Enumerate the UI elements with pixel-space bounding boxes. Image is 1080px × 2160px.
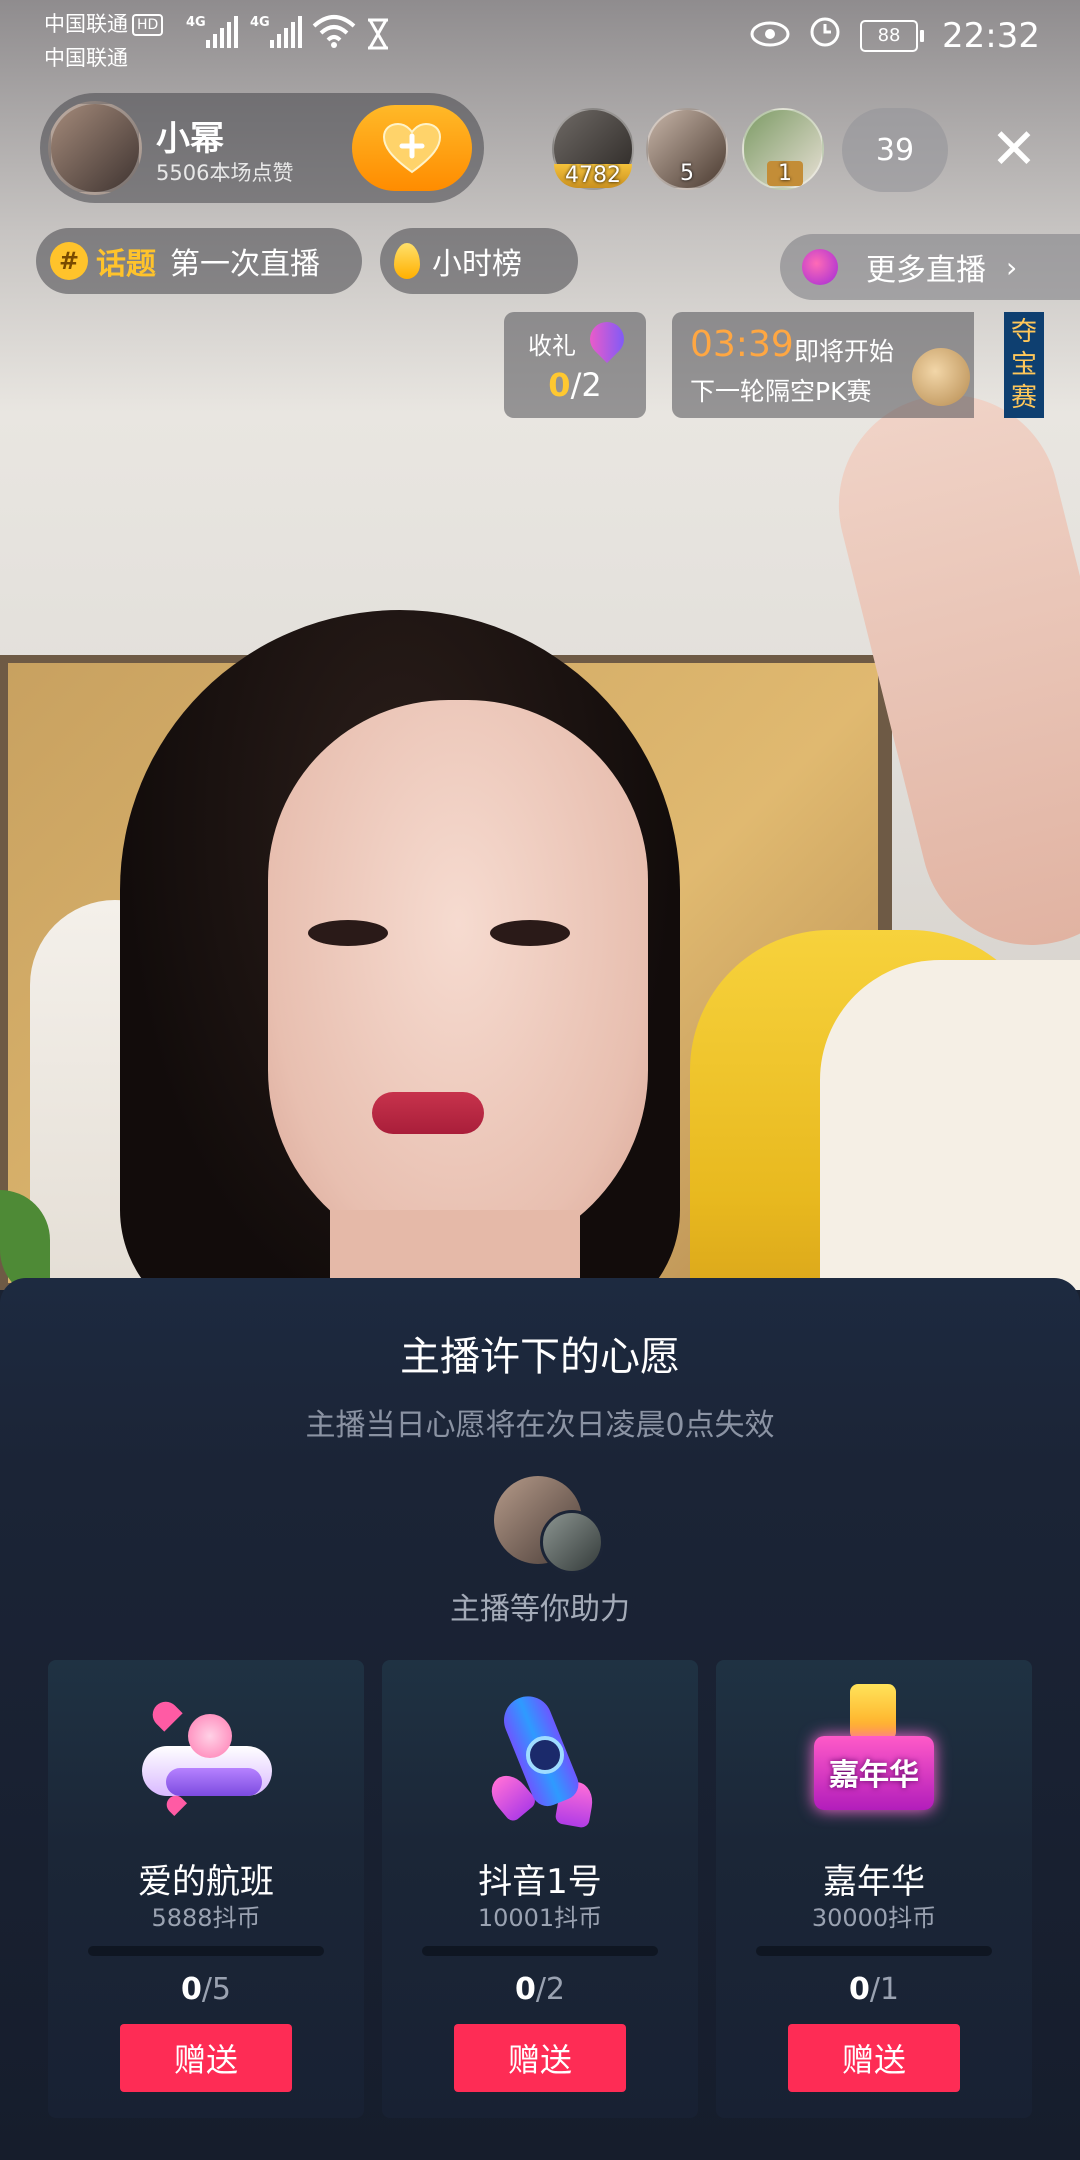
pk-starting-label: 即将开始 <box>794 337 895 366</box>
rocket-gift-icon <box>470 1684 610 1829</box>
network-type-1: 4G <box>186 15 206 30</box>
sheet-subtitle: 主播当日心愿将在次日凌晨0点失效 <box>305 1408 775 1443</box>
topic-tag[interactable]: # 话题 第一次直播 <box>36 228 362 294</box>
hourly-rank-tag[interactable]: 小时榜 <box>380 228 578 294</box>
helper-avatar <box>540 1510 604 1574</box>
treasure-badge[interactable]: 夺宝赛 <box>1004 312 1044 418</box>
streamer-face <box>268 700 648 1260</box>
carrier-1: 中国联通 HD <box>44 8 164 38</box>
gift-name: 抖音1号 <box>478 1862 602 1902</box>
flame-icon <box>394 243 420 279</box>
eye-right <box>490 920 570 946</box>
carnival-gift-icon: 嘉年华 <box>804 1684 944 1824</box>
help-text: 主播等你助力 <box>450 1592 630 1627</box>
wish-card-douyin-1: 抖音1号 10001抖币 0/2 赠送 <box>382 1660 698 2118</box>
more-live-label: 更多直播 <box>866 253 986 288</box>
give-button[interactable]: 赠送 <box>454 2024 626 2092</box>
coin-icon <box>912 348 970 406</box>
progress-bar <box>422 1946 658 1956</box>
gift-progress: 0/1 <box>848 1972 900 2007</box>
progress-bar <box>756 1946 992 1956</box>
viewer-score: 4782 <box>554 164 632 188</box>
gift-goal-widget[interactable]: 收礼 0/2 <box>504 312 646 418</box>
host-name: 小幂 <box>156 119 224 159</box>
gift-name: 爱的航班 <box>138 1862 274 1902</box>
hourglass-icon <box>366 18 390 54</box>
chevron-right-icon: › <box>1006 250 1018 284</box>
gift-goal-label: 收礼 <box>528 332 576 360</box>
host-likes: 5506本场点赞 <box>156 161 294 185</box>
progress-bar <box>88 1946 324 1956</box>
viewer-score: 1 <box>767 161 803 186</box>
topic-label: 话题 <box>96 247 156 282</box>
give-button[interactable]: 赠送 <box>788 2024 960 2092</box>
top-viewer-2[interactable]: 5 <box>646 108 728 190</box>
eye-left <box>308 920 388 946</box>
host-info[interactable]: 小幂 5506本场点赞 <box>40 93 484 203</box>
wifi-icon <box>312 14 356 52</box>
hourly-rank-label: 小时榜 <box>432 247 522 282</box>
hashtag-icon: # <box>50 242 88 280</box>
status-bar: 中国联通 HD 中国联通 4G 4G 88 22:32 <box>0 0 1080 70</box>
pk-next-round: 下一轮隔空PK赛 <box>690 377 872 406</box>
gift-name: 嘉年华 <box>823 1862 925 1902</box>
gift-price: 5888抖币 <box>151 1904 261 1932</box>
lips <box>372 1092 484 1134</box>
planet-icon <box>802 249 838 285</box>
alarm-icon <box>808 14 842 57</box>
top-viewer-3[interactable]: 1 <box>742 108 824 190</box>
chair-back <box>820 960 1080 1290</box>
wish-card-carnival: 嘉年华 嘉年华 30000抖币 0/1 赠送 <box>716 1660 1032 2118</box>
eye-icon <box>750 16 790 56</box>
viewer-score: 5 <box>680 161 694 186</box>
gift-progress: 0/5 <box>180 1972 232 2007</box>
gift-progress: 0/2 <box>514 1972 566 2007</box>
give-button[interactable]: 赠送 <box>120 2024 292 2092</box>
more-live-button[interactable]: 更多直播 › <box>780 234 1080 300</box>
carrier-2: 中国联通 <box>44 46 128 70</box>
viewer-count-button[interactable]: 39 <box>842 108 948 192</box>
host-avatar[interactable] <box>48 101 142 195</box>
signal-icon <box>206 16 238 48</box>
gift-goal-progress: 0/2 <box>548 366 602 404</box>
topic-text: 第一次直播 <box>170 247 320 282</box>
gift-price: 10001抖币 <box>477 1904 603 1932</box>
wish-card-love-flight: 爱的航班 5888抖币 0/5 赠送 <box>48 1660 364 2118</box>
gift-price: 30000抖币 <box>811 1904 937 1932</box>
top-viewer-1[interactable]: 4782 <box>552 108 634 190</box>
close-icon[interactable]: ✕ <box>986 122 1042 178</box>
heart-plus-icon <box>382 122 442 174</box>
clock: 22:32 <box>942 15 1040 56</box>
follow-button[interactable] <box>352 105 472 191</box>
network-type-2: 4G <box>250 15 270 30</box>
plane-gift-icon <box>136 1684 276 1824</box>
signal-icon-2 <box>270 16 302 48</box>
pk-countdown: 03:39 <box>690 324 794 365</box>
battery-icon: 88 <box>860 19 925 52</box>
pk-widget[interactable]: 03:39 即将开始 下一轮隔空PK赛 <box>672 312 974 418</box>
sheet-title: 主播许下的心愿 <box>400 1334 680 1380</box>
rocket-icon <box>582 314 632 364</box>
hd-badge: HD <box>132 14 164 36</box>
